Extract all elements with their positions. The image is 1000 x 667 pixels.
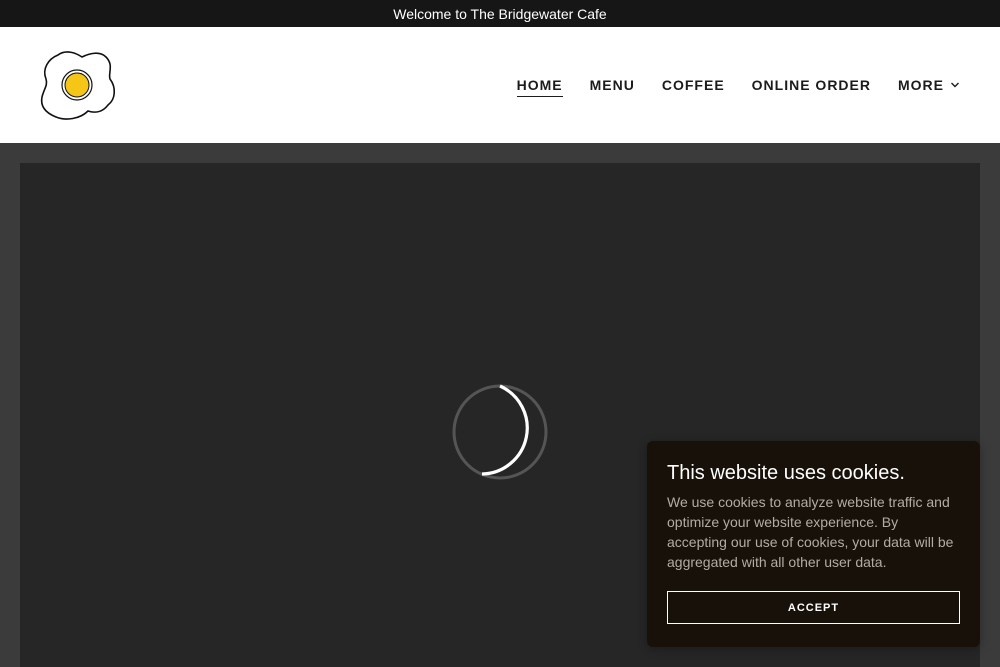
nav-item-home[interactable]: HOME bbox=[503, 73, 576, 97]
nav-item-coffee[interactable]: COFFEE bbox=[648, 77, 738, 93]
accept-cookies-button[interactable]: ACCEPT bbox=[667, 591, 960, 624]
cookie-banner-text: We use cookies to analyze website traffi… bbox=[667, 494, 954, 570]
nav-item-label: HOME bbox=[516, 77, 563, 97]
nav-item-menu[interactable]: MENU bbox=[576, 77, 648, 93]
cookie-banner-title: This website uses cookies. bbox=[667, 462, 905, 484]
site-header: HOME MENU COFFEE ONLINE ORDER MORE bbox=[0, 27, 1000, 143]
cookie-banner: This website uses cookies. We use cookie… bbox=[647, 441, 980, 647]
announcement-text: Welcome to The Bridgewater Cafe bbox=[393, 5, 607, 22]
chevron-down-icon bbox=[951, 82, 959, 88]
nav-item-more[interactable]: MORE bbox=[885, 77, 961, 93]
site-logo[interactable] bbox=[36, 47, 118, 123]
main-nav: HOME MENU COFFEE ONLINE ORDER MORE bbox=[503, 27, 960, 143]
announcement-bar: Welcome to The Bridgewater Cafe bbox=[0, 0, 1000, 27]
nav-item-online-order[interactable]: ONLINE ORDER bbox=[738, 77, 884, 93]
nav-item-label: ONLINE ORDER bbox=[751, 77, 871, 93]
nav-item-label: COFFEE bbox=[661, 77, 725, 93]
loading-spinner-icon bbox=[452, 384, 548, 480]
nav-item-label: MENU bbox=[589, 77, 635, 93]
fried-egg-icon bbox=[40, 51, 116, 120]
nav-item-label: MORE bbox=[898, 77, 944, 93]
